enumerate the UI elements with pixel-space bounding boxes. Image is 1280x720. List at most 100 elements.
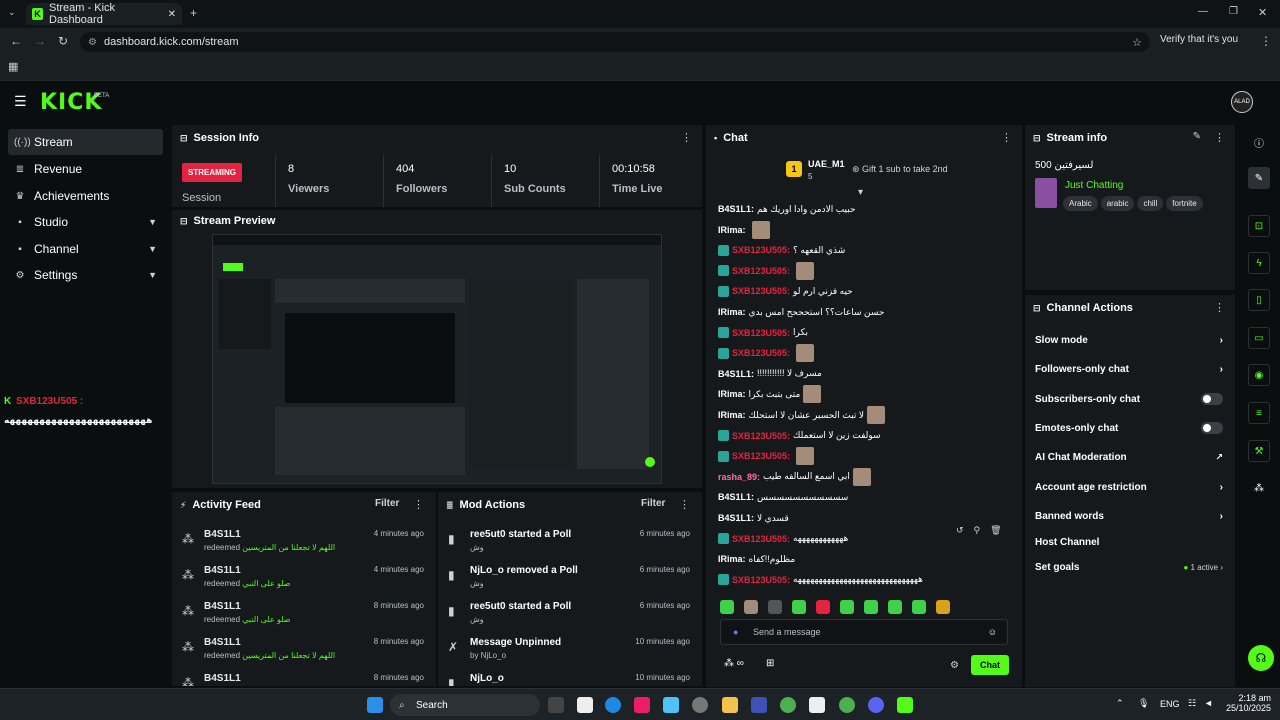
chat-message[interactable]: SXB123U505: (718, 344, 815, 363)
sidebar-item-revenue[interactable]: ≣ Revenue (8, 156, 163, 182)
close-tab-icon[interactable]: ✕ (168, 9, 176, 20)
emote-icon[interactable] (720, 600, 734, 614)
chat-message[interactable]: B4S1L1:!!!!!!!!!!! مسرف لا (718, 366, 822, 382)
maximize-icon[interactable]: ❐ (1229, 6, 1238, 17)
mod-action-row[interactable]: ▮ NjLo_o 10 minutes ago (438, 670, 702, 686)
emote-icon[interactable] (888, 600, 902, 614)
channel-action-row[interactable]: Emotes-only chat (1025, 414, 1235, 442)
emote-icon[interactable] (864, 600, 878, 614)
chrome-active-icon[interactable] (839, 697, 855, 713)
chat-message[interactable]: IRima: متى بتبث بكرا (718, 385, 822, 404)
expand-icon[interactable]: ⊡ (1248, 215, 1270, 237)
more-options-icon[interactable]: ⋮ (681, 131, 692, 144)
broadcast-icon[interactable]: ◉ (1248, 364, 1270, 386)
chat-username[interactable]: SXB123U505: (732, 348, 790, 358)
more-options-icon[interactable]: ⋮ (1214, 301, 1225, 314)
toggle-switch[interactable] (1201, 422, 1223, 434)
mic-icon[interactable]: ● (733, 627, 738, 637)
stream-preview-video[interactable] (212, 234, 662, 484)
language-indicator[interactable]: ENG (1160, 699, 1180, 709)
minimize-icon[interactable]: — (1198, 6, 1208, 17)
activity-row[interactable]: ⁂ B4S1L1 redeemed صلو على النبي 4 minutes a… (172, 562, 436, 598)
chat-username[interactable]: SXB123U505: (732, 534, 790, 544)
channel-action-row[interactable]: Host Channel (1025, 528, 1235, 556)
activity-row[interactable]: ⁂ B4S1L1 redeemed صلو على النبي 8 minutes a… (172, 598, 436, 634)
chat-settings-icon[interactable]: ⚙ (950, 660, 959, 671)
chat-username[interactable]: SXB123U505: (732, 451, 790, 461)
volume-icon[interactable]: ◄ (1204, 698, 1213, 708)
chat-username[interactable]: rasha_89: (718, 472, 760, 482)
chat-username[interactable]: SXB123U505: (732, 575, 790, 585)
chat-username[interactable]: IRima: (718, 225, 746, 235)
sidebar-item-stream[interactable]: ((·)) Stream (8, 129, 163, 155)
app-icon[interactable] (663, 697, 679, 713)
support-headset-icon[interactable]: ☊ (1248, 645, 1274, 671)
app-icon[interactable] (809, 697, 825, 713)
activity-filter-button[interactable]: Filter (375, 498, 399, 509)
chat-message[interactable]: IRima: حسن ساعات؟؟ استحححح امس بدي (718, 304, 884, 320)
task-view-icon[interactable] (548, 697, 564, 713)
windows-start-icon[interactable] (367, 697, 383, 713)
chat-username[interactable]: IRima: (718, 307, 746, 317)
emote-icon[interactable] (768, 600, 782, 614)
chat-username[interactable]: IRima: (718, 410, 746, 420)
stream-tag[interactable]: fortnite (1166, 196, 1203, 211)
stream-tag[interactable]: Arabic (1063, 196, 1098, 211)
chat-bubble-icon[interactable]: ▭ (1248, 327, 1270, 349)
emote-icon[interactable] (744, 600, 758, 614)
chat-message[interactable]: SXB123U505: (718, 261, 815, 280)
chrome-icon[interactable] (780, 697, 796, 713)
activity-row[interactable]: ⁂ B4S1L1 redeemed اللهم لا تجعلنا من المتر… (172, 634, 436, 670)
new-tab-icon[interactable]: + (190, 6, 197, 20)
bookmark-star-icon[interactable]: ☆ (1132, 36, 1142, 49)
mod-action-row[interactable]: ▮ ree5ut0 started a Poll وش 6 minutes ago (438, 598, 702, 634)
channel-action-row[interactable]: Slow mode › (1025, 326, 1235, 354)
chat-username[interactable]: SXB123U505: (732, 431, 790, 441)
hamburger-menu-icon[interactable]: ☰ (14, 93, 27, 110)
edit-pencil-icon[interactable]: ✎ (1193, 131, 1201, 142)
activity-row[interactable]: ⁂ B4S1L1 redeemed اللهم لا تجعلنا من المتر… (172, 526, 436, 562)
chat-message[interactable]: SXB123U505: شذي القعهه ؟ (718, 242, 845, 258)
close-window-icon[interactable]: ✕ (1258, 6, 1267, 19)
channel-action-row[interactable]: Set goals ● 1 active › (1025, 553, 1235, 581)
edge-browser-icon[interactable] (605, 697, 621, 713)
chat-message[interactable]: IRima: لا تبث الحسبر عشان لا استحلك (718, 406, 885, 424)
emote-icon[interactable] (936, 600, 950, 614)
more-options-icon[interactable]: ⋮ (1001, 131, 1012, 144)
document-icon[interactable]: ▯ (1248, 289, 1270, 311)
stream-tag[interactable]: arabic (1100, 196, 1135, 211)
reply-icon[interactable]: ↺ (956, 525, 964, 536)
more-options-icon[interactable]: ⋮ (1214, 131, 1225, 144)
send-chat-button[interactable]: Chat (971, 655, 1009, 675)
activity-row[interactable]: ⁂ B4S1L1 8 minutes ago (172, 670, 436, 686)
chat-username[interactable]: B4S1L1: (718, 513, 754, 523)
chat-username[interactable]: IRima: (718, 554, 746, 564)
chat-username[interactable]: B4S1L1: (718, 369, 754, 379)
chat-username[interactable]: B4S1L1: (718, 492, 754, 502)
chat-username[interactable]: IRima: (718, 389, 746, 399)
channel-action-row[interactable]: Followers-only chat › (1025, 355, 1235, 383)
url-field[interactable]: dashboard.kick.com/stream ⚙ ☆ (80, 32, 1150, 52)
chat-message[interactable]: IRima: (718, 220, 770, 239)
emote-icon[interactable] (912, 600, 926, 614)
chat-message[interactable]: SXB123U505: (718, 447, 815, 466)
kick-app-icon[interactable] (897, 697, 913, 713)
chat-message[interactable]: SXB123U505: ههههههههههههههههههههههههههههه… (718, 572, 923, 588)
chat-message[interactable]: SXB123U505: بكرا (718, 325, 808, 341)
collapse-icon[interactable]: ▾ (858, 187, 863, 198)
emote-icon[interactable] (840, 600, 854, 614)
stack-icon[interactable]: ≡ (1248, 402, 1270, 424)
network-icon[interactable]: ☷ (1188, 698, 1196, 709)
more-options-icon[interactable]: ⋮ (413, 498, 424, 511)
discord-icon[interactable] (868, 697, 884, 713)
channel-action-row[interactable]: Subscribers-only chat (1025, 385, 1235, 413)
tiktok-icon[interactable] (634, 697, 650, 713)
forward-icon[interactable]: → (34, 34, 46, 48)
sidebar-item-channel[interactable]: ▪ Channel ▼ (8, 236, 163, 262)
store-icon[interactable]: ⊞ (766, 658, 774, 669)
taskbar-search[interactable]: ⌕ Search (390, 694, 540, 716)
tab-list-icon[interactable]: ⌄ (8, 7, 16, 18)
mod-action-row[interactable]: ▮ NjLo_o removed a Poll وش 6 minutes ago (438, 562, 702, 598)
sidebar-item-settings[interactable]: ⚙ Settings ▼ (8, 262, 163, 288)
stream-tag[interactable]: chill (1137, 196, 1164, 211)
